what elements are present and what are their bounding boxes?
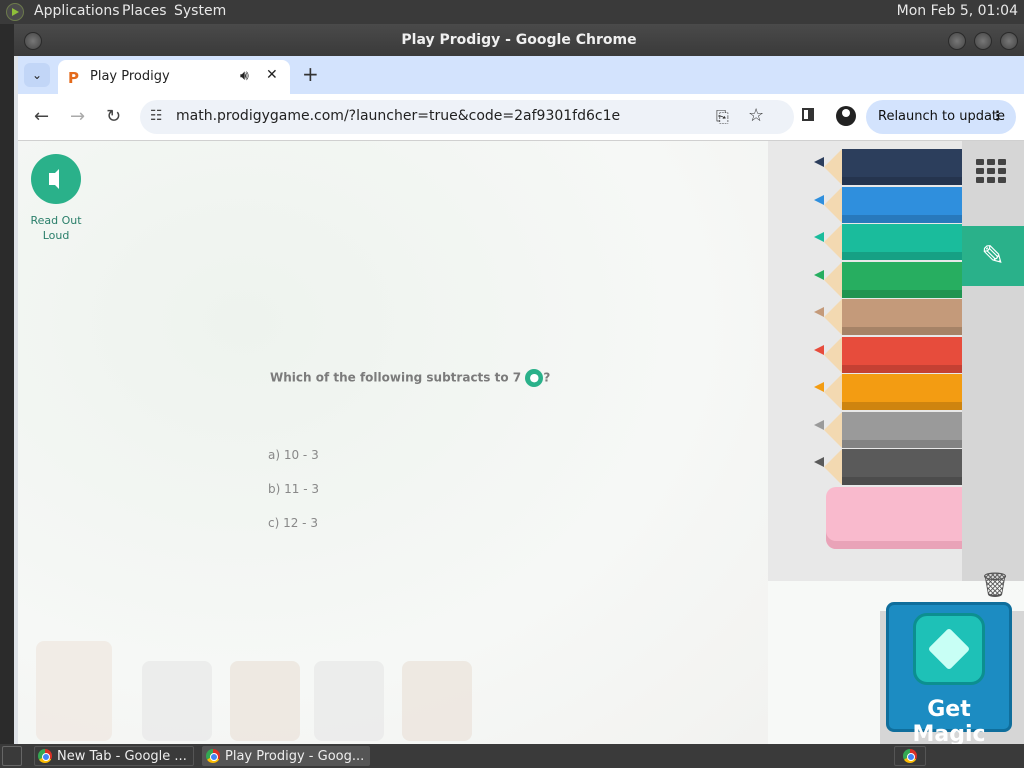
question-label: Which of the following subtracts to 7 <box>270 370 522 385</box>
close-window-button[interactable] <box>1000 32 1018 50</box>
browser-toolbar: ← → ↻ ☷ math.prodigygame.com/?launcher=t… <box>18 94 1024 141</box>
trash-icon[interactable]: 🗑︎ <box>980 571 1010 599</box>
places-menu[interactable]: Places <box>122 3 167 19</box>
url-text[interactable]: math.prodigygame.com/?launcher=true&code… <box>176 108 620 124</box>
pencil-color-1[interactable] <box>814 186 968 223</box>
applications-menu[interactable]: Applications <box>34 3 120 19</box>
pencil-color-8[interactable] <box>814 449 968 485</box>
chrome-icon <box>206 749 220 763</box>
new-tab-button[interactable]: + <box>302 63 319 85</box>
relaunch-to-update-button[interactable]: Relaunch to update ⋮ <box>866 100 1016 134</box>
ghost-card <box>314 661 384 741</box>
pencil-color-6[interactable] <box>814 374 968 410</box>
pencil-color-2[interactable] <box>814 224 968 260</box>
grid-menu-icon[interactable] <box>976 159 1006 183</box>
read-out-loud-button[interactable] <box>31 154 81 204</box>
address-bar[interactable]: ☷ math.prodigygame.com/?launcher=true&co… <box>140 100 794 134</box>
answer-option-a[interactable]: a) 10 - 3 <box>268 448 319 462</box>
ghost-card <box>142 661 212 741</box>
system-menu[interactable]: System <box>174 3 226 19</box>
speaker-icon[interactable]: 🔊︎ <box>240 68 249 84</box>
page-content: Read Out Loud Which of the following sub… <box>18 141 1024 744</box>
forward-button[interactable]: → <box>70 106 85 127</box>
chrome-icon <box>903 749 917 763</box>
tool-column <box>962 141 1024 581</box>
tab-strip: ⌄ P Play Prodigy 🔊︎ ✕ + <box>18 56 1024 94</box>
ghost-card <box>36 641 112 741</box>
side-panel-icon[interactable] <box>802 108 814 121</box>
relaunch-label: Relaunch to update <box>878 109 1006 124</box>
answer-option-b[interactable]: b) 11 - 3 <box>268 482 319 496</box>
show-desktop-icon[interactable] <box>2 746 22 766</box>
taskbar-item-new-tab[interactable]: New Tab - Google ... <box>34 746 194 766</box>
close-tab-icon[interactable]: ✕ <box>266 67 278 83</box>
pencil-color-4[interactable] <box>814 299 968 335</box>
window-titlebar[interactable]: Play Prodigy - Google Chrome <box>14 24 1024 56</box>
chrome-icon <box>38 749 52 763</box>
tab-title: Play Prodigy <box>90 69 170 84</box>
taskbar-chrome-launcher[interactable] <box>894 746 926 766</box>
answer-option-c[interactable]: c) 12 - 3 <box>268 516 318 530</box>
pencil-color-7[interactable] <box>814 411 968 448</box>
ghost-card <box>402 661 472 741</box>
magic-gem-icon <box>913 613 985 685</box>
system-top-panel: Applications Places System Mon Feb 5, 01… <box>0 0 1024 24</box>
taskbar: New Tab - Google ... Play Prodigy - Goog… <box>0 744 1024 768</box>
get-magic-button[interactable]: Get Magic <box>886 602 1012 747</box>
maximize-button[interactable] <box>974 32 992 50</box>
question-mark: ? <box>543 370 551 385</box>
ghost-card <box>230 661 300 741</box>
site-info-icon[interactable]: ☷ <box>150 108 163 124</box>
pencil-color-3[interactable] <box>814 261 968 298</box>
eraser-tool[interactable] <box>826 487 976 549</box>
window-title: Play Prodigy - Google Chrome <box>401 32 637 48</box>
taskbar-item-play-prodigy[interactable]: Play Prodigy - Goog... <box>202 746 370 766</box>
system-logo-icon[interactable] <box>6 3 24 21</box>
browser-window: Play Prodigy - Google Chrome ⌄ P Play Pr… <box>14 24 1024 744</box>
pencil-color-5[interactable] <box>814 336 968 373</box>
reload-button[interactable]: ↻ <box>106 106 121 127</box>
question-text: Which of the following subtracts to 7 ●? <box>270 369 550 387</box>
window-menu-button[interactable] <box>24 32 42 50</box>
bookmark-star-icon[interactable]: ☆ <box>748 105 764 126</box>
tab-search-button[interactable]: ⌄ <box>24 63 50 87</box>
minimize-button[interactable] <box>948 32 966 50</box>
pencil-color-0[interactable] <box>814 149 968 185</box>
install-app-icon[interactable]: ⎘ <box>716 107 729 127</box>
clock[interactable]: Mon Feb 5, 01:04 <box>897 3 1018 19</box>
task-label: Play Prodigy - Goog... <box>225 749 365 764</box>
more-options-icon[interactable]: ⋮ <box>991 100 1004 134</box>
pencil-tool-button[interactable]: ✎ <box>962 226 1024 286</box>
hint-lightbulb-icon[interactable]: ● <box>525 369 544 387</box>
task-label: New Tab - Google ... <box>57 749 187 764</box>
read-out-loud-label: Read Out Loud <box>30 214 82 242</box>
game-background <box>18 141 768 744</box>
tab-play-prodigy[interactable]: P Play Prodigy 🔊︎ ✕ <box>58 60 290 94</box>
get-magic-label: Get Magic <box>912 697 986 747</box>
prodigy-p-icon: P <box>68 69 79 87</box>
profile-avatar-icon[interactable] <box>836 106 856 126</box>
back-button[interactable]: ← <box>34 106 49 127</box>
